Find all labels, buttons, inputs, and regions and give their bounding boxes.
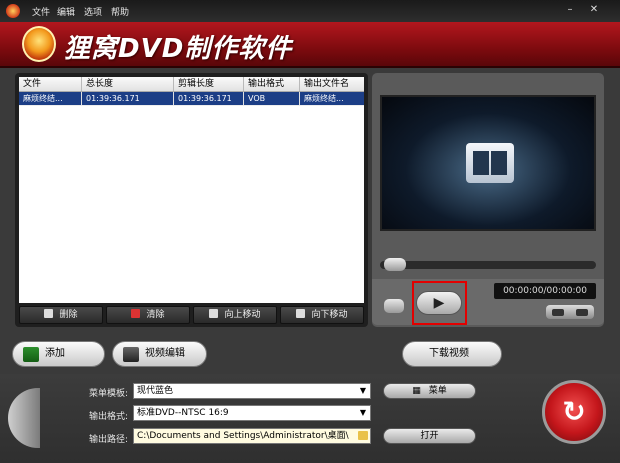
col-file[interactable]: 文件 <box>19 77 82 91</box>
delete-button[interactable]: 删除 <box>19 306 103 324</box>
title-banner: 狸窝DVD制作软件 <box>0 22 620 68</box>
cell-output-format: VOB <box>244 92 300 105</box>
seek-bar[interactable] <box>380 258 596 271</box>
table-row[interactable]: 麻烦终结... 01:39:36.171 01:39:36.171 VOB 麻烦… <box>19 92 364 106</box>
file-table[interactable]: 文件 总长度 剪辑长度 输出格式 输出文件名 麻烦终结... 01:39:36.… <box>19 77 364 303</box>
col-clip-length[interactable]: 剪辑长度 <box>174 77 244 91</box>
play-highlight-box <box>412 281 467 325</box>
output-format-label: 输出格式: <box>89 412 129 422</box>
chevron-down-icon[interactable]: ▼ <box>356 406 370 420</box>
app-window: 文件 编辑 选项 帮助 – ✕ 狸窝DVD制作软件 文件 总长度 剪辑长度 输出… <box>0 0 620 463</box>
menu-template-label: 菜单模板: <box>89 389 129 399</box>
close-icon[interactable]: ✕ <box>586 3 602 17</box>
cell-clip-length: 01:39:36.171 <box>174 92 244 105</box>
chevron-down-icon[interactable]: ▼ <box>356 384 370 398</box>
menu-button-label: 菜单 <box>428 386 447 396</box>
snapshot-button[interactable] <box>546 305 594 319</box>
delete-label: 删除 <box>59 310 78 320</box>
cell-file: 麻烦终结... <box>19 92 82 105</box>
clear-icon <box>131 309 141 318</box>
output-format-value: 标准DVD--NTSC 16:9 <box>137 408 229 418</box>
move-up-button[interactable]: 向上移动 <box>193 306 277 324</box>
download-label: 下载视频 <box>429 348 469 359</box>
col-output-filename[interactable]: 输出文件名 <box>300 77 364 91</box>
seek-thumb[interactable] <box>384 258 406 271</box>
menu-options[interactable]: 选项 <box>84 5 102 18</box>
folder-icon <box>552 308 564 316</box>
menu-template-value: 现代蓝色 <box>137 386 174 396</box>
add-label: 添加 <box>45 348 65 359</box>
col-output-format[interactable]: 输出格式 <box>244 77 300 91</box>
table-button-bar: 删除 清除 向上移动 向下移动 <box>19 306 364 324</box>
grid-icon: ▦ <box>412 386 421 396</box>
file-list-panel: 文件 总长度 剪辑长度 输出格式 输出文件名 麻烦终结... 01:39:36.… <box>15 73 368 327</box>
menu-button[interactable]: ▦ 菜单 <box>383 383 476 399</box>
stop-button[interactable] <box>384 299 404 313</box>
table-header: 文件 总长度 剪辑长度 输出格式 输出文件名 <box>19 77 364 92</box>
video-edit-button[interactable]: 视频编辑 <box>112 341 207 367</box>
app-icon <box>6 4 20 18</box>
output-format-select[interactable]: 标准DVD--NTSC 16:9 ▼ <box>133 405 371 421</box>
cell-total-length: 01:39:36.171 <box>82 92 174 105</box>
add-button[interactable]: 添加 <box>12 341 105 367</box>
folder-icon[interactable] <box>358 431 368 440</box>
camera-icon <box>576 308 588 316</box>
film-icon <box>466 143 514 183</box>
tools-icon <box>123 347 139 362</box>
preview-panel: ▶ 00:00:00/00:00:00 <box>372 73 604 327</box>
minimize-icon[interactable]: – <box>562 3 578 17</box>
app-title: 狸窝DVD制作软件 <box>64 34 293 64</box>
move-up-label: 向上移动 <box>224 310 261 320</box>
video-preview-screen <box>380 95 596 231</box>
video-edit-label: 视频编辑 <box>145 348 185 359</box>
open-button[interactable]: 打开 <box>383 428 476 444</box>
menu-bar: 文件 编辑 选项 帮助 – ✕ <box>0 0 620 22</box>
move-down-label: 向下移动 <box>311 310 348 320</box>
download-video-button[interactable]: 下载视频 <box>402 341 502 367</box>
add-video-icon <box>23 347 39 362</box>
clear-button[interactable]: 清除 <box>106 306 190 324</box>
refresh-arrow-icon: ↻ <box>562 395 586 428</box>
clear-label: 清除 <box>146 310 165 320</box>
open-button-label: 打开 <box>420 431 439 441</box>
menu-help[interactable]: 帮助 <box>111 5 129 18</box>
cell-output-filename: 麻烦终结... <box>304 94 344 103</box>
arrow-down-icon <box>296 309 306 318</box>
menu-template-select[interactable]: 现代蓝色 ▼ <box>133 383 371 399</box>
col-total-length[interactable]: 总长度 <box>82 77 174 91</box>
time-display: 00:00:00/00:00:00 <box>494 283 596 299</box>
output-path-value: C:\Documents and Settings\Administrator\… <box>137 431 349 441</box>
output-path-field[interactable]: C:\Documents and Settings\Administrator\… <box>133 428 371 444</box>
menu-file[interactable]: 文件 <box>32 5 50 18</box>
menu-edit[interactable]: 编辑 <box>57 5 75 18</box>
arrow-up-icon <box>209 309 219 318</box>
move-down-button[interactable]: 向下移动 <box>280 306 364 324</box>
flame-logo-icon <box>22 26 56 62</box>
start-convert-button[interactable]: ↻ <box>542 380 606 444</box>
delete-icon <box>44 309 54 318</box>
output-path-label: 输出路径: <box>89 435 129 445</box>
player-controls: ▶ 00:00:00/00:00:00 <box>372 279 604 325</box>
